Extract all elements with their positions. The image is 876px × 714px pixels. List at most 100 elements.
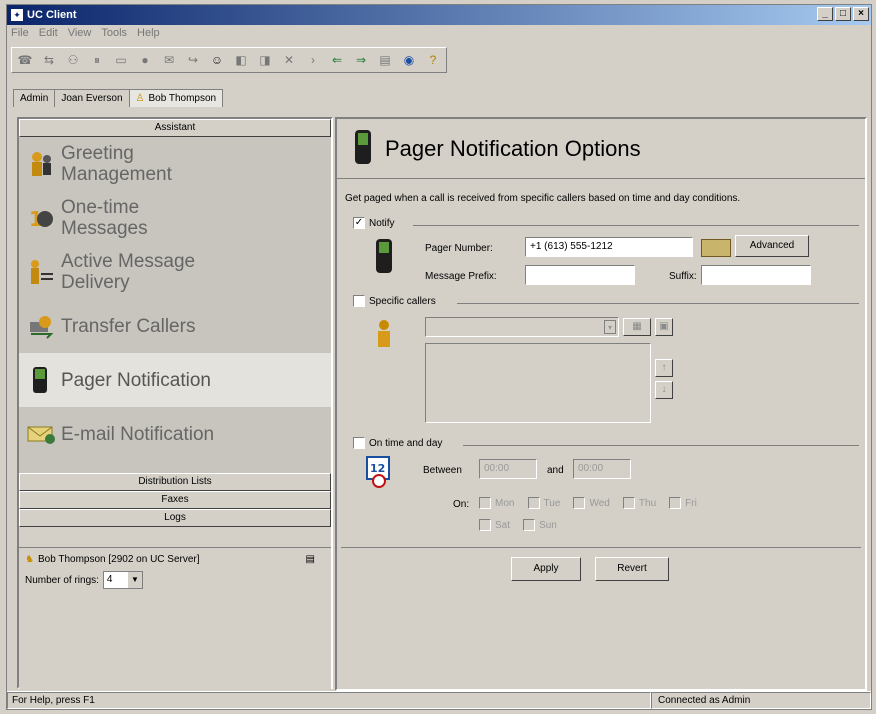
specific-callers-checkbox[interactable] — [353, 295, 365, 307]
suffix-field[interactable] — [701, 265, 811, 285]
nav-pager-notification[interactable]: Pager Notification — [19, 353, 331, 407]
save-icon[interactable]: ▤ — [376, 51, 394, 69]
hold-icon[interactable]: ⏸ — [88, 51, 106, 69]
advanced-button[interactable]: Advanced — [735, 235, 809, 257]
toolbar: ☎ ⇆ ⚇ ⏸ ▭ ● ✉ ↪ ☺ ◧ ◨ ✕ › ⇐ ⇒ ▤ ◉ ? — [11, 47, 447, 73]
notify-divider — [413, 225, 859, 226]
menu-edit[interactable]: Edit — [39, 27, 58, 39]
status-connection: Connected as Admin — [651, 692, 871, 709]
assistant-header[interactable]: Assistant — [19, 119, 331, 137]
day-thu-label: Thu — [638, 497, 657, 509]
day-thu[interactable]: Thu — [622, 497, 657, 509]
and-label: and — [547, 465, 564, 476]
day-fri-checkbox[interactable] — [669, 497, 682, 509]
callers-list[interactable] — [425, 343, 651, 423]
day-tue-label: Tue — [543, 497, 561, 509]
day-sun[interactable]: Sun — [523, 519, 557, 531]
phone-book-icon[interactable]: ▤ — [306, 554, 315, 565]
nav-label: One-time Messages — [61, 197, 148, 239]
park-icon[interactable]: ▭ — [112, 51, 130, 69]
nav-greeting-management[interactable]: Greeting Management — [19, 137, 331, 191]
rings-select[interactable]: 4 ▼ — [102, 571, 143, 589]
nav-active-message-delivery[interactable]: Active Message Delivery — [19, 245, 331, 299]
menu-file[interactable]: File — [11, 27, 29, 39]
day-wed[interactable]: Wed — [573, 497, 610, 509]
contacts-icon[interactable]: ☺ — [208, 51, 226, 69]
record-icon[interactable]: ● — [136, 51, 154, 69]
transfer-icon — [25, 310, 57, 342]
day-sat[interactable]: Sat — [479, 519, 510, 531]
calendar-clock-icon: 12 — [365, 455, 397, 492]
move-up-button[interactable]: ↑ — [655, 359, 673, 377]
move-down-button[interactable]: ↓ — [655, 381, 673, 399]
day-fri[interactable]: Fri — [669, 497, 697, 509]
day-mon[interactable]: Mon — [479, 497, 514, 509]
time-day-checkbox[interactable] — [353, 437, 365, 449]
rings-value: 4 — [106, 574, 113, 585]
weekend-row: Sat Sun — [479, 519, 567, 534]
delete-caller-button[interactable]: ▣ — [655, 318, 673, 336]
logs-header[interactable]: Logs — [19, 509, 331, 527]
message-prefix-field[interactable] — [525, 265, 635, 285]
page-title: Pager Notification Options — [385, 135, 641, 161]
right-pane: Pager Notification Options Get paged whe… — [335, 117, 867, 691]
status-help: For Help, press F1 — [7, 692, 651, 709]
menu-help[interactable]: Help — [137, 27, 160, 39]
revert-button[interactable]: Revert — [595, 557, 669, 581]
day-sun-checkbox[interactable] — [523, 519, 536, 531]
tab-admin[interactable]: Admin — [13, 89, 56, 107]
menu-view[interactable]: View — [68, 27, 92, 39]
unmute-icon[interactable]: ◨ — [256, 51, 274, 69]
menu-tools[interactable]: Tools — [101, 27, 127, 39]
description-text: Get paged when a call is received from s… — [345, 193, 741, 204]
forward-icon[interactable]: ↪ — [184, 51, 202, 69]
day-sat-checkbox[interactable] — [479, 519, 491, 531]
close-button[interactable]: × — [853, 7, 869, 21]
play-icon[interactable]: › — [304, 51, 322, 69]
conference-icon[interactable]: ⚇ — [64, 51, 82, 69]
callers-dropdown[interactable]: ▾ — [425, 317, 619, 337]
caller-directory-button[interactable]: ▦ — [623, 318, 651, 336]
delete-icon[interactable]: ✕ — [280, 51, 298, 69]
day-tue[interactable]: Tue — [527, 497, 561, 509]
day-wed-checkbox[interactable] — [573, 497, 586, 509]
minimize-button[interactable]: _ — [817, 7, 833, 21]
time-from-field[interactable]: 00:00 — [479, 459, 537, 479]
maximize-button[interactable]: □ — [835, 7, 851, 21]
mute-icon[interactable]: ◧ — [232, 51, 250, 69]
next-icon[interactable]: ⇒ — [352, 51, 370, 69]
greeting-icon — [25, 148, 57, 180]
day-tue-checkbox[interactable] — [527, 497, 540, 509]
faxes-header[interactable]: Faxes — [19, 491, 331, 509]
pager-device-icon — [373, 237, 395, 278]
mail-icon[interactable]: ✉ — [160, 51, 178, 69]
globe-icon[interactable]: ◉ — [400, 51, 418, 69]
transfer-icon[interactable]: ⇆ — [40, 51, 58, 69]
call-icon[interactable]: ☎ — [16, 51, 34, 69]
user-tabs: Admin Joan Everson ♙ Bob Thompson — [13, 89, 224, 107]
nav-label: Active Message Delivery — [61, 251, 196, 293]
distribution-lists-header[interactable]: Distribution Lists — [19, 473, 331, 491]
tab-bob-thompson[interactable]: ♙ Bob Thompson — [128, 89, 224, 107]
day-wed-label: Wed — [589, 497, 610, 509]
apply-button[interactable]: Apply — [511, 557, 581, 581]
nav-email-notification[interactable]: E-mail Notification — [19, 407, 331, 461]
directory-icon[interactable] — [701, 239, 731, 257]
day-thu-checkbox[interactable] — [622, 497, 635, 509]
left-pane: Assistant Greeting Management 1 One-time… — [17, 117, 333, 703]
notify-checkbox[interactable]: ✓ — [353, 217, 365, 229]
chevron-down-icon: ▼ — [127, 572, 142, 588]
tab-joan-everson[interactable]: Joan Everson — [54, 89, 130, 107]
day-fri-label: Fri — [685, 497, 697, 509]
app-window: ✦ UC Client _ □ × File Edit View Tools H… — [6, 4, 872, 710]
time-to-field[interactable]: 00:00 — [573, 459, 631, 479]
pager-icon — [351, 128, 375, 169]
pager-number-field[interactable]: +1 (613) 555-1212 — [525, 237, 693, 257]
on-label: On: — [453, 499, 470, 510]
back-icon[interactable]: ⇐ — [328, 51, 346, 69]
actions-divider — [341, 547, 861, 548]
nav-transfer-callers[interactable]: Transfer Callers — [19, 299, 331, 353]
nav-one-time-messages[interactable]: 1 One-time Messages — [19, 191, 331, 245]
day-mon-checkbox[interactable] — [479, 497, 491, 509]
help-icon[interactable]: ? — [424, 51, 442, 69]
